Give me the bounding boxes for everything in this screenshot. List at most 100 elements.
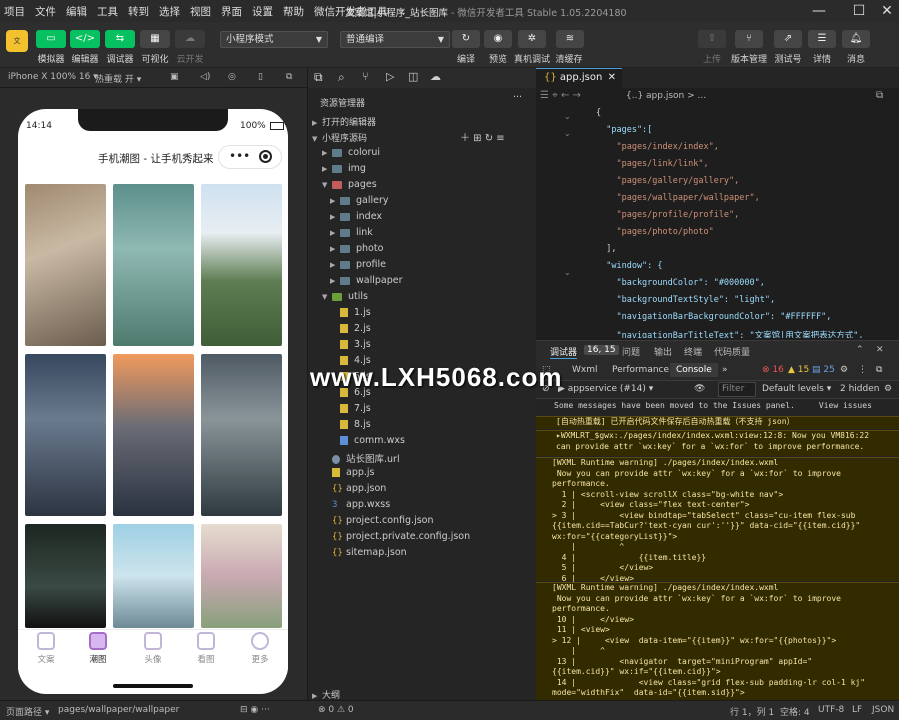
cloud-service-icon[interactable]: ☁ <box>430 70 441 83</box>
tree-folder-link[interactable]: ▶ link <box>330 227 373 238</box>
code-line[interactable]: { <box>596 108 601 118</box>
mode-select[interactable]: 小程序模式 ▼ <box>220 31 328 48</box>
split-icon[interactable]: ⧉ <box>876 90 883 101</box>
maximize-icon[interactable]: ☐ <box>850 2 868 20</box>
menu-project[interactable]: 项目 <box>4 4 25 19</box>
avatar[interactable]: 文 <box>6 30 28 52</box>
tab-performance[interactable]: Performance <box>612 365 669 375</box>
code-line[interactable]: "pages/wallpaper/wallpaper", <box>596 193 759 203</box>
indent-setting[interactable]: 空格: 4 <box>780 705 810 718</box>
code-line[interactable]: "pages/gallery/gallery", <box>596 176 739 186</box>
cloud-button[interactable]: 云开发 <box>168 52 212 65</box>
volume-icon[interactable]: ◁) <box>200 72 210 82</box>
tab-terminal[interactable]: 终端 <box>684 345 702 358</box>
project-root-section[interactable]: ▼ 小程序源码 <box>312 131 367 144</box>
detail-icon[interactable]: ☰ <box>808 30 836 48</box>
capsule-menu[interactable]: ••• <box>218 145 282 169</box>
tree-folder-profile[interactable]: ▶ profile <box>330 259 386 270</box>
version-icon[interactable]: ⑂ <box>735 30 763 48</box>
close-icon[interactable]: ✕ <box>876 345 884 355</box>
target-icon[interactable]: ◎ <box>228 72 236 82</box>
tab-trend-images[interactable]: 潮图 <box>78 632 118 665</box>
tree-file-js[interactable]: 2.js <box>340 323 371 334</box>
collapse-icon[interactable]: ⌃ <box>856 345 864 355</box>
code-line[interactable]: "pages/link/link", <box>596 159 708 169</box>
menu-edit[interactable]: 编辑 <box>66 4 87 19</box>
open-editors-section[interactable]: ▶ 打开的编辑器 <box>312 115 376 128</box>
close-circle-icon[interactable] <box>259 150 272 163</box>
fold-markers[interactable]: ⌄ ⌄ ⌄ <box>564 108 582 281</box>
tab-app-json[interactable]: {} app.json ✕ <box>536 68 622 88</box>
undock-icon[interactable]: ⧉ <box>876 365 882 375</box>
popout-icon[interactable]: ⧉ <box>286 72 292 82</box>
context-select[interactable]: ▶ appservice (#14) ▾ <box>558 384 653 394</box>
gear-icon[interactable]: ⚙ <box>884 384 892 394</box>
tab-debugger[interactable]: 调试器 <box>550 345 578 359</box>
tree-folder-gallery[interactable]: ▶ gallery <box>330 195 389 206</box>
clear-cache-icon[interactable]: ≋ <box>556 30 584 48</box>
tree-file-app-json[interactable]: {} app.json <box>332 483 386 494</box>
more-tabs-icon[interactable]: » <box>722 365 728 375</box>
preview-icon[interactable]: ◉ <box>484 30 512 48</box>
editor-icon[interactable]: </> <box>70 30 100 48</box>
extensions-icon[interactable]: ◫ <box>408 70 418 83</box>
tree-file-js[interactable]: 1.js <box>340 307 371 318</box>
explorer-actions[interactable]: ＋ ⊞ ↻ ≡ <box>460 129 505 144</box>
cursor-position[interactable]: 行 1，列 1 <box>730 705 774 718</box>
tree-file-js[interactable]: 3.js <box>340 339 371 350</box>
language-mode[interactable]: JSON <box>872 705 894 715</box>
wallpaper-image[interactable] <box>113 184 194 346</box>
menu-help[interactable]: 帮助 <box>283 4 304 19</box>
tab-copywriting[interactable]: 文案 <box>26 632 66 665</box>
problems-count[interactable]: ⊗ 0 ⚠ 0 <box>318 705 354 715</box>
menu-interface[interactable]: 界面 <box>221 4 242 19</box>
code-line[interactable]: "pages/index/index", <box>596 142 718 152</box>
search-icon[interactable]: ⌕ <box>338 70 345 85</box>
tab-output[interactable]: 输出 <box>654 345 672 358</box>
code-line[interactable]: "pages":[ <box>596 125 652 135</box>
console-warning[interactable]: [WXML Runtime warning] ./pages/index/ind… <box>536 582 899 701</box>
tree-file-sitemap[interactable]: {} sitemap.json <box>332 547 407 558</box>
status-icons[interactable]: ⊟ ◉ ··· <box>240 705 270 715</box>
tree-file-js[interactable]: 7.js <box>340 403 371 414</box>
encoding[interactable]: UTF-8 <box>818 705 844 715</box>
code-line[interactable]: ], <box>596 244 616 254</box>
tab-wxml[interactable]: Wxml <box>572 365 598 375</box>
wallpaper-image[interactable] <box>201 524 282 628</box>
code-line[interactable]: "backgroundTextStyle": "light", <box>596 295 775 305</box>
tab-avatar[interactable]: 头像 <box>133 632 173 665</box>
hotreload-select[interactable]: 热重载 开 ▾ <box>95 72 141 85</box>
page-path-label[interactable]: 页面路径 ▾ <box>6 705 49 718</box>
tree-folder-wallpaper[interactable]: ▶ wallpaper <box>330 275 403 286</box>
debug-icon[interactable]: ▷ <box>386 70 394 83</box>
visual-icon[interactable]: ▦ <box>140 30 170 48</box>
menu-tools[interactable]: 工具 <box>97 4 118 19</box>
device-select[interactable]: iPhone X 100% 16 ▾ <box>8 72 98 82</box>
simulator-icon[interactable]: ▭ <box>36 30 66 48</box>
code-line[interactable]: "navigationBarBackgroundColor": "#FFFFFF… <box>596 312 831 322</box>
wallpaper-image[interactable] <box>201 184 282 346</box>
eol[interactable]: LF <box>852 705 862 715</box>
record-icon[interactable]: ▣ <box>170 72 179 82</box>
message-button[interactable]: 消息 <box>834 52 878 65</box>
tree-file-app-js[interactable]: app.js <box>332 467 375 478</box>
version-button[interactable]: 版本管理 <box>727 52 771 65</box>
tree-file-project-config[interactable]: {} project.config.json <box>332 515 434 526</box>
tree-folder-img[interactable]: ▶ img <box>322 163 366 174</box>
gear-icon[interactable]: ⚙ <box>840 365 848 375</box>
console-warning[interactable]: [自动热重载] 已开启代码文件保存后自动热重载（不支持 json） <box>536 416 899 429</box>
compile-icon[interactable]: ↻ <box>452 30 480 48</box>
tree-folder-colorui[interactable]: ▶ colorui <box>322 147 380 158</box>
menu-goto[interactable]: 转到 <box>128 4 149 19</box>
tree-file-app-wxss[interactable]: 3 app.wxss <box>332 499 390 510</box>
wallpaper-image[interactable] <box>25 354 106 516</box>
tab-more[interactable]: 更多 <box>240 632 280 665</box>
menu-settings[interactable]: 设置 <box>252 4 273 19</box>
debugger-icon[interactable]: ⇆ <box>105 30 135 48</box>
editor-nav-icons[interactable]: ☰ ⌖ ← → <box>540 90 581 101</box>
tab-console[interactable]: Console <box>670 363 718 377</box>
tree-folder-pages[interactable]: ▼ pages <box>322 179 377 190</box>
upload-icon[interactable]: ⇪ <box>698 30 726 48</box>
menu-view[interactable]: 视图 <box>190 4 211 19</box>
wallpaper-image[interactable] <box>25 184 106 346</box>
